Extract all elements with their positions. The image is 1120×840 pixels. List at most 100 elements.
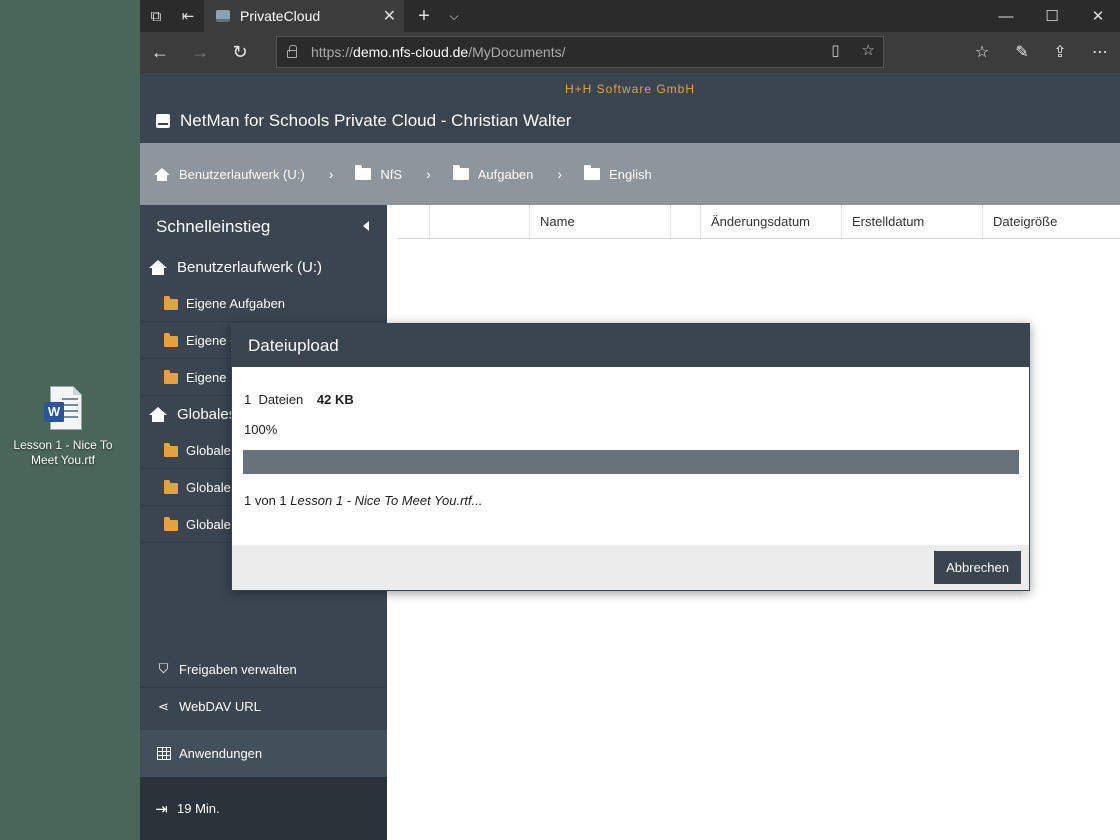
tab-close-icon[interactable]: ✕ xyxy=(383,6,396,26)
new-tab-icon[interactable]: + xyxy=(408,0,440,32)
minimize-icon[interactable]: — xyxy=(983,0,1029,32)
cancel-button[interactable]: Abbrechen xyxy=(934,551,1021,584)
app-title: NetMan for Schools Private Cloud - Chris… xyxy=(156,111,571,131)
breadcrumb-english[interactable]: English xyxy=(584,165,652,182)
applications-link[interactable]: Anwendungen xyxy=(140,730,387,777)
word-document-icon: W xyxy=(44,386,82,432)
file-count: 1 xyxy=(244,392,252,407)
favorite-star-icon[interactable]: ☆ xyxy=(862,41,875,59)
url-path: /MyDocuments/ xyxy=(468,44,566,60)
manage-shares-label: Freigaben verwalten xyxy=(179,661,297,677)
session-timer[interactable]: ⇥ 19 Min. xyxy=(140,777,387,840)
favorites-icon[interactable]: ☆ xyxy=(966,36,998,68)
chevron-right-icon: › xyxy=(557,166,563,182)
sidebar-item-eigene-aufgaben[interactable]: Eigene Aufgaben xyxy=(140,285,387,322)
sidebar-group-label: Benutzerlaufwerk (U:) xyxy=(177,258,323,276)
address-bar[interactable]: https://demo.nfs-cloud.de/MyDocuments/ ▯… xyxy=(276,36,884,68)
more-menu-icon[interactable]: ⋯ xyxy=(1084,36,1116,68)
collapse-sidebar-icon[interactable] xyxy=(363,221,369,231)
tab-list-chevron-icon[interactable]: ⌵ xyxy=(438,0,470,32)
sidebar-title-text: Schnelleinstieg xyxy=(156,217,271,236)
upload-status-file: Lesson 1 - Nice To Meet You.rtf... xyxy=(290,493,483,508)
column-header-name[interactable]: Name xyxy=(529,205,670,238)
tab-bar: ⧉ ⇤ PrivateCloud ✕ + ⌵ — ☐ ✕ xyxy=(140,0,1120,32)
session-timer-label: 19 Min. xyxy=(177,801,220,816)
column-header-select[interactable] xyxy=(397,205,429,238)
folder-icon xyxy=(584,165,601,180)
sign-out-icon: ⇥ xyxy=(155,800,168,818)
sidebar-title: Schnelleinstieg xyxy=(140,205,387,249)
upload-size: 42 KB xyxy=(316,392,354,407)
app-title-text: NetMan for Schools Private Cloud - Chris… xyxy=(180,111,572,130)
maximize-icon[interactable]: ☐ xyxy=(1029,0,1075,32)
folder-icon xyxy=(452,165,469,180)
folder-icon xyxy=(355,165,372,180)
folder-icon xyxy=(164,369,178,384)
notes-pen-icon[interactable]: ✎ xyxy=(1006,36,1038,68)
file-table-header: Name Änderungsdatum Erstelldatum Dateigr… xyxy=(397,205,1120,239)
url-host: demo.nfs-cloud.de xyxy=(353,44,469,60)
grid-icon xyxy=(156,747,171,761)
home-icon xyxy=(149,406,167,422)
refresh-icon[interactable]: ↻ xyxy=(224,36,256,68)
column-header-actions[interactable] xyxy=(670,205,700,238)
breadcrumb-aufgaben[interactable]: Aufgaben xyxy=(452,165,534,182)
sidebar-item-label: Eigene Aufgaben xyxy=(186,295,286,311)
dialog-body: 1 Dateien 42 KB 100% 1 von 1 Lesson 1 - … xyxy=(232,367,1029,547)
forward-icon[interactable]: → xyxy=(184,36,216,68)
webdav-label: WebDAV URL xyxy=(179,699,261,714)
back-icon[interactable]: ← xyxy=(144,36,176,68)
upload-percent: 100% xyxy=(244,422,278,437)
navigation-bar: ← → ↻ https://demo.nfs-cloud.de/MyDocume… xyxy=(140,32,1120,73)
column-header-created[interactable]: Erstelldatum xyxy=(841,205,982,238)
breadcrumb-label: NfS xyxy=(380,166,403,182)
tab-favicon-icon xyxy=(216,10,230,22)
sidebar-item-label: Globale xyxy=(186,442,231,458)
breadcrumb-label: Aufgaben xyxy=(477,166,534,182)
sidebar-item-label: Globale xyxy=(186,479,231,495)
webdav-url-link[interactable]: ⋖ WebDAV URL xyxy=(140,688,387,725)
reading-view-icon[interactable]: ▯ xyxy=(831,41,839,59)
home-icon xyxy=(149,259,167,275)
share-nodes-icon: ⋖ xyxy=(158,698,169,714)
folder-icon xyxy=(164,332,178,347)
lock-icon xyxy=(287,45,297,58)
close-window-icon[interactable]: ✕ xyxy=(1075,0,1120,32)
column-header-icon[interactable] xyxy=(429,205,529,238)
desktop-file-label: Lesson 1 - Nice To Meet You.rtf xyxy=(13,438,113,467)
cloud-drive-icon xyxy=(156,114,170,128)
file-count-label: Dateien xyxy=(258,392,304,407)
column-header-size[interactable]: Dateigröße xyxy=(982,205,1120,238)
home-icon xyxy=(154,167,170,181)
sidebar-item-label: Globale xyxy=(186,516,231,532)
chevron-right-icon: › xyxy=(426,166,431,182)
sidebar-group-user-drive[interactable]: Benutzerlaufwerk (U:) xyxy=(140,249,387,285)
folder-icon xyxy=(164,479,178,494)
manage-shares-link[interactable]: ⛉ Freigaben verwalten xyxy=(140,651,387,688)
breadcrumb-nfs[interactable]: NfS xyxy=(355,165,403,182)
tab-privatecloud[interactable]: PrivateCloud ✕ xyxy=(204,0,404,32)
url-scheme: https:// xyxy=(311,44,354,60)
folder-icon xyxy=(164,295,178,310)
dialog-footer: Abbrechen xyxy=(232,545,1029,590)
upload-progress-fill xyxy=(243,450,1019,474)
desktop-file-icon[interactable]: W Lesson 1 - Nice To Meet You.rtf xyxy=(8,386,118,468)
breadcrumb-label: Benutzerlaufwerk (U:) xyxy=(179,166,305,182)
tab-set-aside-icon[interactable]: ⧉ xyxy=(140,0,172,32)
upload-status-prefix: 1 von 1 xyxy=(244,493,287,508)
tab-title: PrivateCloud xyxy=(240,8,321,24)
column-header-modified[interactable]: Änderungsdatum xyxy=(700,205,841,238)
company-name: H+H Software GmbH xyxy=(564,82,696,96)
breadcrumb: Benutzerlaufwerk (U:) › NfS › Aufgaben ›… xyxy=(140,143,1120,205)
chevron-right-icon: › xyxy=(328,166,334,182)
sidebar-group-label: Globales xyxy=(177,405,237,423)
folder-icon xyxy=(164,442,178,457)
breadcrumb-user-drive[interactable]: Benutzerlaufwerk (U:) xyxy=(154,167,305,182)
upload-progress-bar xyxy=(243,450,1019,474)
users-icon: ⛉ xyxy=(158,661,169,676)
share-icon[interactable]: ⇪ xyxy=(1044,36,1076,68)
applications-label: Anwendungen xyxy=(179,746,263,761)
breadcrumb-label: English xyxy=(609,166,652,182)
folder-icon xyxy=(164,516,178,531)
show-tabs-aside-icon[interactable]: ⇤ xyxy=(172,0,204,32)
